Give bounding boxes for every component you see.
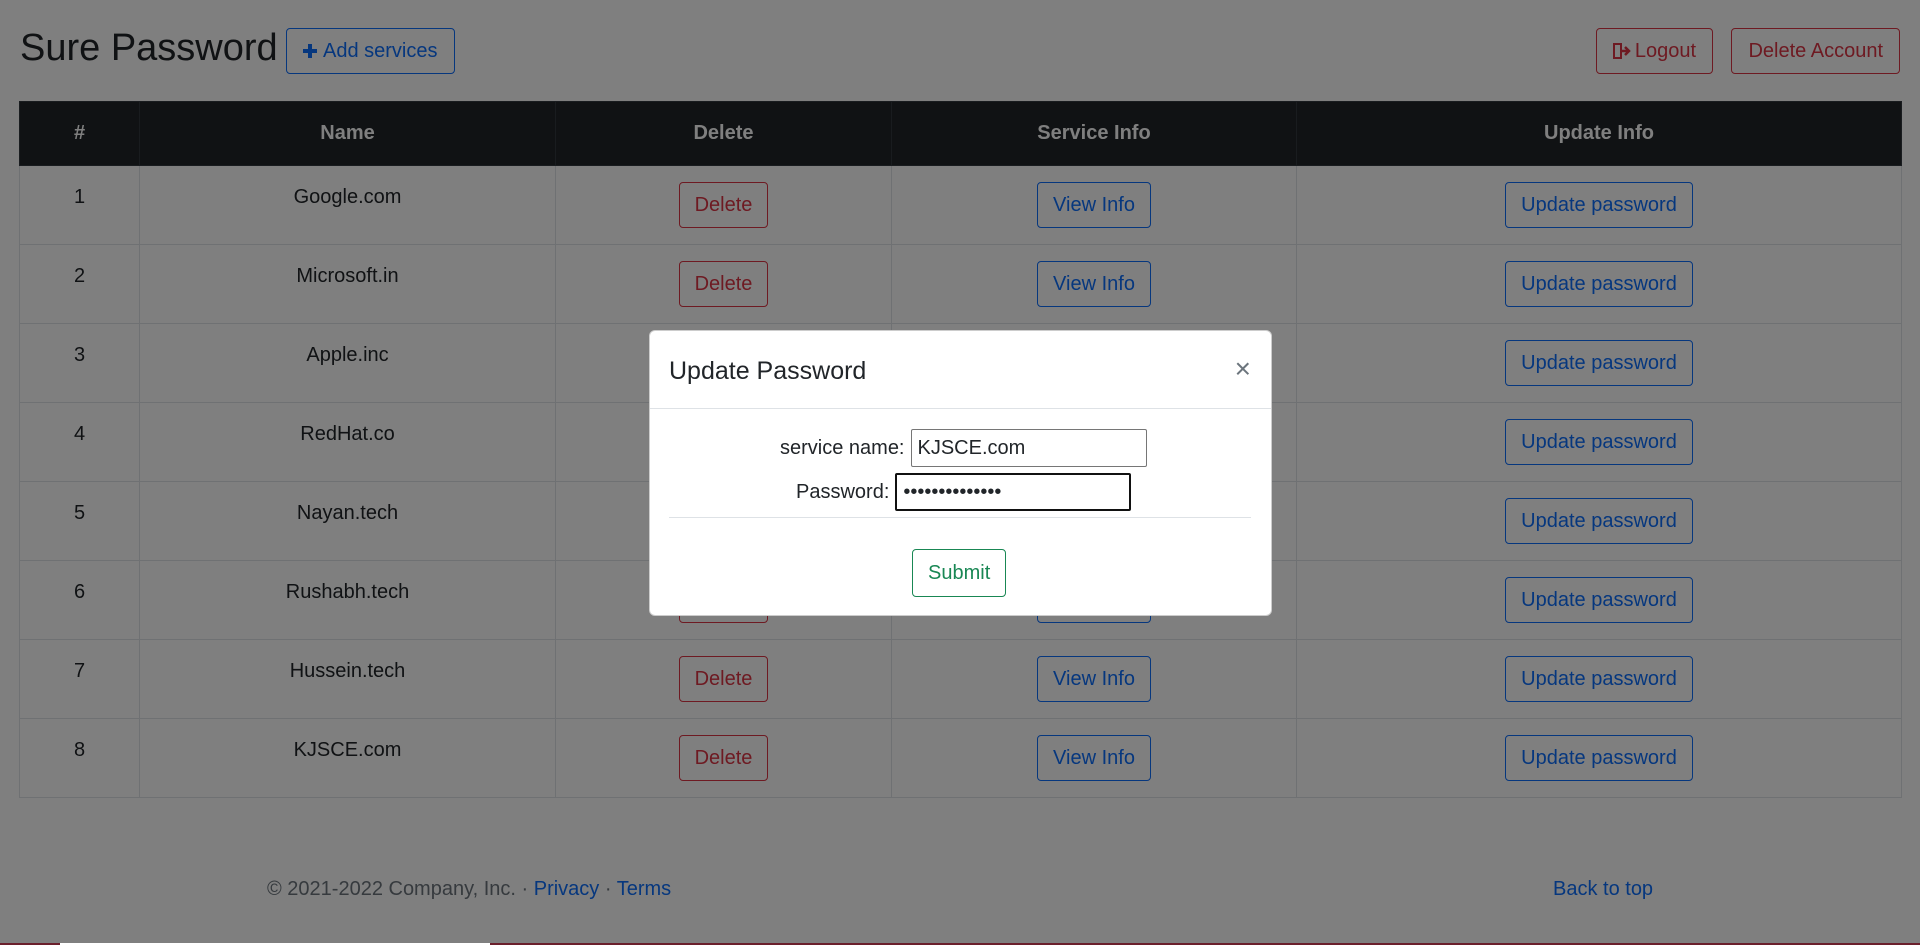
modal-body: service name: Password: Submit <box>650 409 1271 616</box>
submit-button[interactable]: Submit <box>912 549 1007 597</box>
password-label: Password: <box>796 480 890 503</box>
modal-header: Update Password × <box>650 331 1271 409</box>
password-input[interactable] <box>895 473 1132 511</box>
service-name-label: service name: <box>780 436 905 459</box>
password-row: Password: <box>796 473 1132 511</box>
update-password-modal: Update Password × service name: Password… <box>649 330 1272 616</box>
close-button[interactable]: × <box>1235 355 1251 383</box>
service-name-row: service name: <box>780 429 1147 467</box>
page: Sure Password Add services Logout Delete… <box>0 0 1920 945</box>
service-name-input[interactable] <box>910 429 1147 467</box>
modal-divider <box>669 517 1251 518</box>
modal-title: Update Password <box>669 357 867 385</box>
